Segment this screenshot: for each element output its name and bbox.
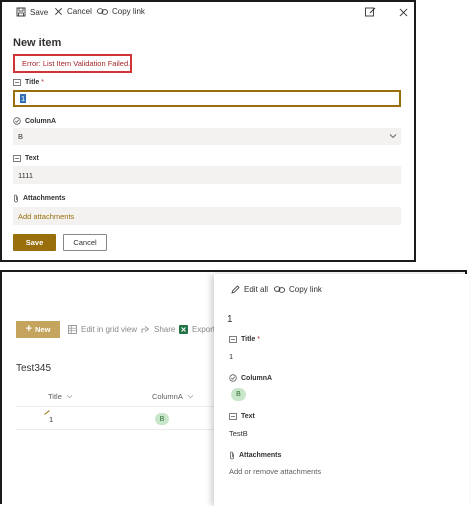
title-input[interactable]: 1 bbox=[13, 90, 401, 107]
save-button[interactable]: Save bbox=[13, 234, 56, 251]
share-icon bbox=[141, 326, 150, 333]
pane-title-value[interactable]: 1 bbox=[229, 352, 233, 361]
pane-columna-pill[interactable]: B bbox=[231, 388, 246, 401]
pane-item-title: 1 bbox=[227, 314, 233, 325]
plus-icon: + bbox=[25, 323, 32, 335]
pencil-icon bbox=[231, 285, 240, 294]
text-field-label: Text bbox=[13, 155, 39, 162]
text-input-value: 1111 bbox=[18, 170, 34, 180]
pane-title-label-text: Title bbox=[241, 336, 256, 343]
add-attachments-link[interactable]: Add attachments bbox=[18, 212, 74, 221]
column-header-columna[interactable]: ColumnA bbox=[152, 392, 194, 401]
chevron-down-icon bbox=[66, 394, 73, 399]
title-label-text: Title bbox=[25, 79, 40, 86]
cancel-button-label: Cancel bbox=[73, 238, 97, 247]
close-icon bbox=[55, 8, 62, 15]
list-view-panel: + New Edit in grid view Share Export Tes… bbox=[0, 270, 469, 506]
columna-dropdown-value: B bbox=[18, 132, 24, 141]
cancel-toolbar-button[interactable]: Cancel bbox=[54, 7, 92, 16]
list-title: Test345 bbox=[16, 363, 52, 374]
save-toolbar-button[interactable]: Save bbox=[16, 7, 48, 17]
add-attachments-area[interactable]: Add attachments bbox=[13, 207, 401, 225]
export-label: Export bbox=[192, 325, 216, 334]
title-input-value: 1 bbox=[20, 94, 27, 103]
attachments-field-label: Attachments bbox=[13, 194, 65, 203]
header-divider bbox=[16, 406, 216, 407]
cancel-button[interactable]: Cancel bbox=[63, 234, 107, 251]
pane-attachments-label-text: Attachments bbox=[239, 452, 282, 459]
error-message-box: Error: List Item Validation Failed. bbox=[13, 54, 132, 73]
paperclip-icon bbox=[14, 194, 18, 203]
text-field-icon bbox=[229, 336, 237, 343]
copy-link-toolbar-button[interactable]: Copy link bbox=[97, 7, 145, 16]
required-marker: * bbox=[257, 336, 260, 343]
row-title-cell[interactable]: 1 bbox=[49, 415, 53, 424]
pane-title-label: Title * bbox=[229, 336, 260, 343]
chevron-down-icon bbox=[389, 134, 397, 139]
new-button[interactable]: + New bbox=[16, 321, 60, 338]
edit-all-button[interactable]: Edit all bbox=[231, 285, 268, 294]
cancel-toolbar-label: Cancel bbox=[67, 7, 92, 16]
export-button[interactable]: Export bbox=[179, 325, 215, 334]
new-item-form-panel: Save Cancel Copy link New item Error: Li… bbox=[0, 0, 416, 262]
copy-link-toolbar-label: Copy link bbox=[112, 7, 145, 16]
edit-all-label: Edit all bbox=[244, 285, 269, 294]
choice-icon bbox=[13, 117, 21, 125]
pane-copy-link-label: Copy link bbox=[289, 285, 322, 294]
attachments-label-text: Attachments bbox=[23, 195, 66, 202]
table-row[interactable]: 1 B bbox=[16, 409, 216, 429]
text-field-icon bbox=[13, 155, 21, 162]
column-header-title[interactable]: Title bbox=[48, 392, 73, 401]
pane-attachments-link[interactable]: Add or remove attachments bbox=[229, 467, 321, 476]
column-header-title-label: Title bbox=[48, 392, 62, 401]
edit-grid-view-button[interactable]: Edit in grid view bbox=[68, 325, 137, 334]
excel-icon bbox=[179, 325, 188, 334]
paperclip-icon bbox=[230, 451, 234, 460]
pane-text-label-text: Text bbox=[241, 413, 255, 420]
pane-attachments-label: Attachments bbox=[229, 451, 281, 460]
link-icon bbox=[97, 8, 108, 15]
new-button-label: New bbox=[35, 325, 51, 334]
columna-dropdown[interactable]: B bbox=[13, 128, 401, 145]
text-field-icon bbox=[13, 79, 21, 86]
pane-text-value[interactable]: TestB bbox=[229, 429, 248, 438]
pane-copy-link-button[interactable]: Copy link bbox=[274, 285, 322, 294]
save-toolbar-label: Save bbox=[30, 7, 49, 17]
edit-form-icon[interactable] bbox=[365, 7, 376, 17]
text-input[interactable]: 1111 bbox=[13, 166, 401, 184]
pane-columna-label-text: ColumnA bbox=[241, 374, 273, 382]
share-label: Share bbox=[154, 325, 176, 334]
close-panel-icon[interactable] bbox=[399, 8, 408, 17]
required-marker: * bbox=[41, 79, 44, 86]
chevron-down-icon bbox=[187, 394, 194, 399]
save-button-label: Save bbox=[25, 238, 44, 247]
edit-grid-view-label: Edit in grid view bbox=[81, 325, 138, 334]
row-columna-pill: B bbox=[155, 413, 169, 425]
columna-label-text: ColumnA bbox=[25, 117, 57, 125]
column-header-columna-label: ColumnA bbox=[152, 392, 183, 401]
pane-text-label: Text bbox=[229, 413, 255, 420]
title-field-label: Title * bbox=[13, 79, 44, 86]
text-label-text: Text bbox=[25, 155, 39, 162]
choice-icon bbox=[229, 374, 237, 382]
columna-field-label: ColumnA bbox=[13, 117, 56, 125]
form-title: New item bbox=[13, 37, 62, 49]
grid-icon bbox=[68, 325, 77, 334]
pane-columna-label: ColumnA bbox=[229, 374, 272, 382]
save-icon bbox=[16, 7, 26, 17]
item-details-pane: Edit all Copy link 1 Title * 1 ColumnA B … bbox=[214, 274, 469, 506]
text-field-icon bbox=[229, 413, 237, 420]
link-icon bbox=[274, 286, 285, 293]
row-divider bbox=[16, 429, 216, 430]
error-message: Error: List Item Validation Failed. bbox=[22, 59, 131, 68]
share-button[interactable]: Share bbox=[141, 325, 175, 334]
